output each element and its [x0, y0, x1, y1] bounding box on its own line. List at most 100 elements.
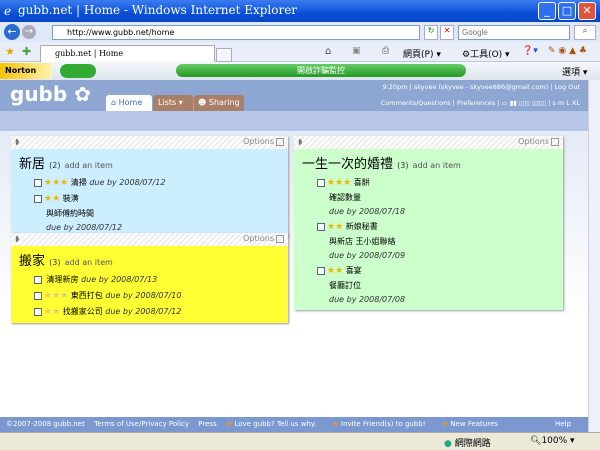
- terms-link[interactable]: Terms of Use/Privacy Policy: [94, 420, 189, 428]
- star-icon[interactable]: ★: [44, 307, 52, 317]
- list-title[interactable]: 新居: [19, 157, 45, 172]
- drag-handle-icon[interactable]: ◗: [15, 234, 19, 243]
- card-header[interactable]: ◗ Options: [11, 233, 288, 246]
- item-checkbox[interactable]: [317, 222, 325, 231]
- item-name[interactable]: 喜餅: [354, 178, 370, 187]
- tab-home[interactable]: ⌂ Home: [106, 95, 152, 111]
- tools-menu[interactable]: ⚙工具(O) ▾: [462, 47, 510, 60]
- item-due: due by 2008/07/12: [105, 307, 182, 316]
- norton-options-menu[interactable]: 選項 ▾: [562, 65, 587, 78]
- text-size-selector[interactable]: s m L XL: [552, 99, 580, 107]
- add-item-link[interactable]: add an item: [65, 258, 113, 267]
- vertical-scrollbar[interactable]: [588, 80, 600, 432]
- item-checkbox[interactable]: [317, 266, 325, 275]
- norton-safety-icon[interactable]: [60, 64, 96, 78]
- logo-text: gubb: [10, 82, 68, 106]
- star-icon[interactable]: ★: [343, 178, 351, 188]
- add-item-link[interactable]: add an item: [65, 161, 113, 170]
- features-link[interactable]: ★ New Features: [442, 420, 505, 428]
- comments-link[interactable]: Comments/Questions: [381, 99, 451, 107]
- layout-selector[interactable]: ▭ ▮▮ ▯▯▯ ▯▯▯▯: [502, 99, 547, 107]
- item-name[interactable]: 新娘秘書: [346, 222, 378, 231]
- toolbar-extra-icons[interactable]: ✎ ◉ ▲ ♣: [548, 46, 587, 56]
- forward-button[interactable]: →: [22, 25, 36, 39]
- feeds-icon[interactable]: ▣: [352, 46, 361, 56]
- close-button[interactable]: ✕: [578, 2, 596, 20]
- drag-handle-icon[interactable]: ◗: [15, 137, 19, 146]
- item-checkbox[interactable]: [34, 291, 42, 300]
- item-checkbox[interactable]: [317, 178, 325, 187]
- options-dropdown-icon[interactable]: [551, 137, 559, 146]
- maximize-button[interactable]: □: [558, 2, 576, 20]
- preferences-link[interactable]: Preferences: [457, 99, 495, 107]
- star-icon[interactable]: ★: [327, 266, 335, 276]
- user-bar: 9:20pm | skyvee (skyvee - skyvee886@gmai…: [382, 83, 580, 91]
- copyright: ©2007-2008 gubb.net: [6, 420, 85, 428]
- drag-handle-icon[interactable]: ◗: [298, 137, 302, 146]
- item-checkbox[interactable]: [34, 194, 42, 203]
- refresh-button[interactable]: ↻: [424, 25, 438, 40]
- star-icon[interactable]: ★: [335, 222, 343, 232]
- item-name[interactable]: 找搬家公司: [63, 307, 103, 316]
- tab-lists[interactable]: Lists ▾: [153, 95, 193, 111]
- item-name[interactable]: 裝潢: [63, 194, 79, 203]
- back-button[interactable]: ←: [4, 24, 20, 40]
- press-link[interactable]: Press: [198, 420, 216, 428]
- add-item-link[interactable]: add an item: [413, 161, 461, 170]
- norton-label: Norton: [5, 66, 37, 75]
- add-favorites-icon[interactable]: ✚: [22, 45, 31, 58]
- card-header[interactable]: ◗ Options: [294, 136, 563, 149]
- list-title[interactable]: 一生一次的婚禮: [302, 157, 393, 172]
- star-icon[interactable]: ★: [44, 194, 52, 204]
- item-checkbox[interactable]: [34, 178, 42, 187]
- item-checkbox[interactable]: [34, 307, 42, 316]
- page-menu-label: 網頁(P): [403, 50, 434, 60]
- star-icon[interactable]: ★: [44, 178, 52, 188]
- star-icon[interactable]: ★: [60, 291, 68, 301]
- star-icon[interactable]: ★: [60, 178, 68, 188]
- star-icon[interactable]: ★: [52, 194, 60, 204]
- star-icon[interactable]: ★: [52, 291, 60, 301]
- zoom-level: 100%: [541, 436, 568, 446]
- options-dropdown-icon[interactable]: [276, 137, 284, 146]
- options-button[interactable]: Options: [241, 234, 284, 243]
- stop-button[interactable]: ✕: [440, 25, 454, 40]
- logout-link[interactable]: Log Out: [555, 83, 580, 91]
- fraud-monitor-button[interactable]: 開啟詐騙監控: [176, 64, 466, 77]
- invite-link[interactable]: ★ Invite Friend(s) to gubb!: [333, 420, 433, 428]
- minimize-button[interactable]: _: [538, 2, 556, 20]
- star-icon[interactable]: ★: [44, 291, 52, 301]
- tab-sharing[interactable]: ☻ Sharing: [194, 95, 244, 111]
- star-icon[interactable]: ★: [327, 222, 335, 232]
- item-checkbox[interactable]: [34, 275, 42, 284]
- star-icon[interactable]: ★: [52, 178, 60, 188]
- home-icon[interactable]: ⌂: [325, 46, 331, 57]
- options-button[interactable]: Options: [241, 137, 284, 146]
- favorites-star-icon[interactable]: ★: [5, 45, 15, 58]
- item-name[interactable]: 清掃: [71, 178, 87, 187]
- options-dropdown-icon[interactable]: [276, 234, 284, 243]
- search-icon[interactable]: ⌕: [574, 25, 596, 40]
- item-name[interactable]: 清理新房: [47, 275, 79, 284]
- search-input[interactable]: [458, 25, 570, 40]
- list-title[interactable]: 搬家: [19, 254, 45, 269]
- new-tab-button[interactable]: [216, 48, 232, 62]
- star-icon[interactable]: ★: [335, 266, 343, 276]
- help-icon[interactable]: ❓▾: [522, 46, 538, 56]
- page-menu[interactable]: 網頁(P) ▾: [403, 47, 441, 60]
- help-link[interactable]: Help: [555, 420, 571, 428]
- print-icon[interactable]: ⎙: [382, 46, 389, 56]
- star-icon[interactable]: ★: [335, 178, 343, 188]
- address-input[interactable]: [52, 25, 420, 40]
- options-button[interactable]: Options: [516, 137, 559, 146]
- star-icon[interactable]: ★: [52, 307, 60, 317]
- star-icon[interactable]: ★: [327, 178, 335, 188]
- zoom-control[interactable]: 🔍︎100% ▾: [530, 436, 575, 446]
- item-name[interactable]: 東西打包: [71, 291, 103, 300]
- browser-tab[interactable]: gubb.net | Home: [40, 45, 215, 62]
- gubb-logo[interactable]: gubb ✿: [10, 82, 91, 106]
- love-link[interactable]: ★ Love gubb? Tell us why.: [226, 420, 323, 428]
- list-card: ◗ Options 搬家 (3) add an item 清理新房 due by 2…: [11, 233, 288, 323]
- card-header[interactable]: ◗ Options: [11, 136, 288, 149]
- item-name[interactable]: 喜宴: [346, 266, 362, 275]
